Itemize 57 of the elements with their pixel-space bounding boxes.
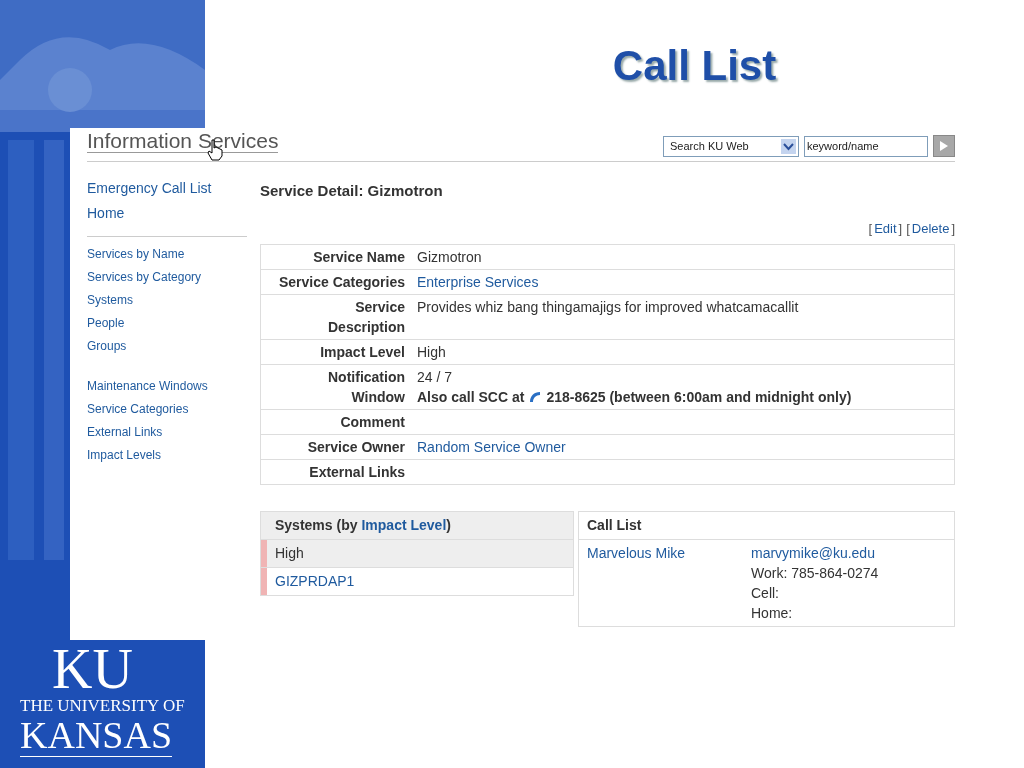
nav-link[interactable]: People [87,314,247,332]
email-link[interactable]: marvymike@ku.edu [751,543,879,563]
contact-detail: Home: [751,604,794,623]
slide-title: Call List [612,41,777,91]
logo-mark: KU [51,644,133,694]
field-note: Also call SCC at [417,388,525,407]
nav-link[interactable]: Maintenance Windows [87,377,247,395]
nav-link[interactable]: Groups [87,337,247,355]
field-value: Gizmotron [417,248,483,267]
impact-level-link[interactable]: Impact Level [361,515,447,536]
go-button[interactable] [933,135,955,157]
system-link[interactable]: GIZPRDAP1 [267,568,363,595]
field-label: Description [327,318,405,337]
field-label: Service Name [312,248,405,267]
field-label: Service Owner [306,438,405,457]
field-value: High [417,343,447,362]
action-link[interactable]: Delete [911,218,950,238]
logo-text: THE UNIVERSITY OF [20,696,185,716]
contact-name[interactable]: Marvelous Mike [587,543,751,564]
field-label: External Links [308,463,405,482]
bracket: [ [868,219,873,238]
nav-link[interactable]: Emergency Call List [87,178,247,199]
field-value: 24 / 7 [417,368,454,387]
group-label: High [274,544,305,563]
bracket: [ [906,219,910,238]
field-label: Impact Level [319,343,405,362]
field-label: Service Categories [277,273,405,292]
nav-link[interactable]: Services by Name [87,245,247,263]
nav-link[interactable]: Home [87,203,247,224]
nav-link[interactable]: Systems [87,291,247,309]
nav-link[interactable]: Impact Levels [87,446,247,464]
panel-title: Systems (by [275,516,358,535]
field-link[interactable]: Random Service Owner [417,437,566,457]
bracket: ] [951,219,955,238]
panel-title: ) [446,516,451,535]
phone-icon [528,390,543,404]
panel-title: Call List [587,517,642,533]
play-icon [940,141,948,151]
contact-detail: Cell: [751,584,780,603]
search-field[interactable]: keyword/name [804,135,928,157]
action-link[interactable]: Edit [874,218,897,238]
scope-select[interactable]: Search KU Web [663,135,799,157]
field-value: Provides whiz bang thingamajigs for improved whatcamacallit [417,298,800,317]
nav-link[interactable]: External Links [87,423,247,441]
dropdown-icon [781,138,796,154]
contact-detail: Work: 785-864-0274 [751,564,879,583]
phone-number: 218-8625 (between 6:00am and midnight only) [546,388,852,407]
nav-link[interactable]: Services by Category [87,268,247,286]
logo-text: KANSAS [20,716,173,757]
field-label: Service [354,298,405,317]
page-heading: Service Detail: Gizmotron [260,181,444,201]
field-link[interactable]: Enterprise Services [417,272,539,292]
bracket: ] [898,219,903,238]
nav-link[interactable]: Service Categories [87,400,247,418]
field-label: Notification [327,368,405,387]
field-label: Comment [339,413,405,432]
field-label: Window [350,388,405,407]
